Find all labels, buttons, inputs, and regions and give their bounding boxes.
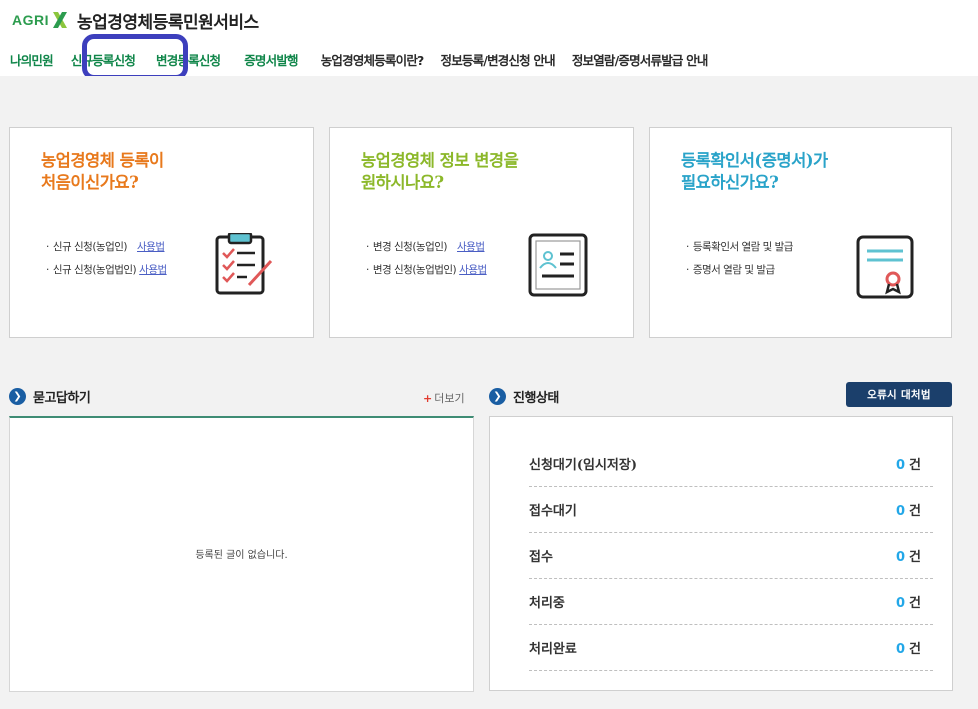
- status-unit: 건: [909, 458, 921, 473]
- usage-link[interactable]: 사용법: [139, 264, 167, 276]
- nav-item-my-requests[interactable]: 나의민원: [10, 50, 54, 69]
- status-label: 신청대기(임시저장): [529, 458, 637, 473]
- status-section-title: 진행상태: [513, 390, 559, 406]
- card-change-registration[interactable]: 농업경영체 정보 변경을 원하시나요? · 변경 신청(농업인) 사용법 · 변경 신…: [329, 127, 634, 338]
- status-panel: 신청대기(임시저장) 0건 접수대기 0건 접수 0건 처리중 0건 처리완료 …: [489, 416, 953, 691]
- nav-item-certificate-issue[interactable]: 증명서발행: [244, 50, 298, 69]
- usage-link[interactable]: 사용법: [459, 264, 487, 276]
- status-row-completed[interactable]: 처리완료 0건: [529, 625, 933, 671]
- status-row-received[interactable]: 접수 0건: [529, 533, 933, 579]
- plus-icon: +: [423, 392, 433, 405]
- nav-item-registration-guide[interactable]: 정보등록/변경신청 안내: [441, 50, 556, 69]
- list-item-text: 변경 신청(농업법인): [372, 264, 457, 276]
- qa-empty-message: 등록된 글이 없습니다.: [195, 550, 288, 561]
- status-value: 0건: [896, 500, 921, 519]
- status-count: 0: [895, 642, 906, 657]
- logo-agri-text: AGRI: [12, 12, 49, 28]
- card-new-registration-list: · 신규 신청(농업인) 사용법 · 신규 신청(농업법인) 사용법: [46, 236, 167, 282]
- status-value: 0건: [896, 454, 921, 473]
- status-row-processing[interactable]: 처리중 0건: [529, 579, 933, 625]
- usage-link[interactable]: 사용법: [457, 241, 485, 253]
- status-label: 처리중: [529, 596, 565, 611]
- status-label: 접수대기: [529, 504, 577, 519]
- status-row-pending[interactable]: 신청대기(임시저장) 0건: [529, 441, 933, 487]
- list-item[interactable]: · 등록확인서 열람 및 발급: [686, 236, 793, 259]
- list-item-text: 변경 신청(농업인): [372, 241, 448, 253]
- site-logo[interactable]: AGRI 농업경영체등록민원서비스: [12, 8, 259, 33]
- status-unit: 건: [909, 550, 921, 565]
- nav-item-about-registration[interactable]: 농업경영체등록이란?: [321, 50, 425, 69]
- card-certificate-list: · 등록확인서 열람 및 발급 · 증명서 열람 및 발급: [686, 236, 793, 282]
- list-item-text: 신규 신청(농업법인): [52, 264, 137, 276]
- card-title-line2: 처음이신가요?: [41, 173, 139, 192]
- qa-section-header: ❯ 묻고답하기: [9, 387, 91, 406]
- card-change-registration-list: · 변경 신청(농업인) 사용법 · 변경 신청(농업법인) 사용법: [366, 236, 487, 282]
- error-fix-button[interactable]: 오류시 대처법: [846, 382, 952, 407]
- card-certificate-title: 등록확인서(증명서)가 필요하신가요?: [681, 150, 828, 194]
- qa-list-panel: 등록된 글이 없습니다.: [9, 416, 474, 692]
- main-nav: 나의민원 신규등록신청 변경등록신청 증명서발행 농업경영체등록이란? 정보등록…: [10, 34, 709, 80]
- status-count: 0: [895, 504, 906, 519]
- chevron-right-icon: ❯: [489, 387, 506, 405]
- card-title-line1: 농업경영체 등록이: [41, 151, 164, 170]
- card-title-line1: 등록확인서(증명서)가: [681, 151, 828, 170]
- certificate-icon: [856, 235, 914, 299]
- status-unit: 건: [909, 504, 921, 519]
- status-row-awaiting-receipt[interactable]: 접수대기 0건: [529, 487, 933, 533]
- card-new-registration[interactable]: 농업경영체 등록이 처음이신가요? · 신규 신청(농업인) 사용법 · 신규 신청(…: [9, 127, 314, 338]
- status-label: 처리완료: [529, 642, 577, 657]
- chevron-right-icon: ❯: [9, 387, 26, 405]
- site-title: 농업경영체등록민원서비스: [77, 12, 259, 33]
- logo-x-icon: [53, 12, 67, 28]
- qa-more-label: 더보기: [434, 392, 465, 405]
- list-item: · 신규 신청(농업법인) 사용법: [46, 264, 167, 276]
- card-title-line1: 농업경영체 정보 변경을: [361, 151, 519, 170]
- card-title-line2: 필요하신가요?: [681, 173, 779, 192]
- nav-item-change-registration[interactable]: 변경등록신청: [156, 50, 221, 69]
- nav-item-issuance-guide[interactable]: 정보열람/증명서류발급 안내: [572, 50, 709, 69]
- list-item-text: 신규 신청(농업인): [52, 241, 128, 253]
- list-item-text: 증명서 열람 및 발급: [692, 264, 775, 276]
- status-value: 0건: [896, 592, 921, 611]
- list-item: · 변경 신청(농업법인) 사용법: [366, 264, 487, 276]
- status-count: 0: [895, 596, 906, 611]
- status-unit: 건: [909, 642, 921, 657]
- status-unit: 건: [909, 596, 921, 611]
- usage-link[interactable]: 사용법: [137, 241, 165, 253]
- status-section-header: ❯ 진행상태: [489, 387, 559, 406]
- status-count: 0: [895, 458, 906, 473]
- card-certificate[interactable]: 등록확인서(증명서)가 필요하신가요? · 등록확인서 열람 및 발급 · 증명서 …: [649, 127, 952, 338]
- list-item: · 신규 신청(농업인) 사용법: [46, 241, 165, 253]
- qa-section-title: 묻고답하기: [33, 390, 91, 406]
- profile-card-icon: [528, 233, 588, 297]
- card-change-registration-title: 농업경영체 정보 변경을 원하시나요?: [361, 150, 519, 194]
- checklist-icon: [215, 233, 273, 295]
- qa-more-link[interactable]: + 더보기: [423, 390, 465, 406]
- status-value: 0건: [896, 638, 921, 657]
- list-item[interactable]: · 증명서 열람 및 발급: [686, 259, 793, 282]
- list-item-text: 등록확인서 열람 및 발급: [692, 241, 794, 253]
- status-label: 접수: [529, 550, 553, 565]
- site-header: AGRI 농업경영체등록민원서비스 나의민원 신규등록신청 변경등록신청 증명서…: [0, 0, 978, 80]
- status-count: 0: [895, 550, 906, 565]
- list-item: · 변경 신청(농업인) 사용법: [366, 241, 485, 253]
- nav-item-new-registration[interactable]: 신규등록신청: [71, 50, 136, 69]
- card-title-line2: 원하시나요?: [361, 173, 444, 192]
- status-value: 0건: [896, 546, 921, 565]
- card-new-registration-title: 농업경영체 등록이 처음이신가요?: [41, 150, 164, 194]
